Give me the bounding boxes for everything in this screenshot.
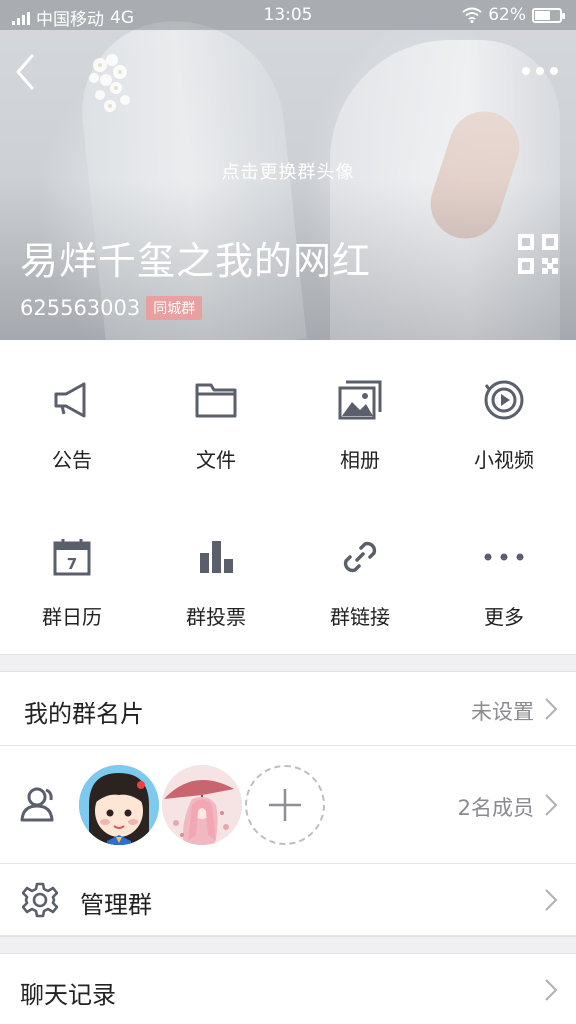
add-member-button[interactable] [245,765,325,845]
chevron-right-icon [545,794,558,816]
cartoon-girl-avatar [79,765,159,845]
manage-group-title: 管理群 [80,891,152,919]
more-dots-icon [484,553,524,561]
grid-item-label: 小视频 [474,448,534,472]
grid-item-announcement[interactable]: 公告 [0,340,144,497]
grid-item-label: 更多 [484,605,524,629]
status-bar: 中国移动 4G 13:05 62% [0,0,576,30]
my-group-card-row[interactable]: 我的群名片 未设置 [0,672,576,746]
section-divider [0,654,576,672]
more-dot [550,67,558,75]
member-avatar[interactable] [162,765,242,845]
chevron-right-icon [545,698,558,720]
change-avatar-hint[interactable]: 点击更换群头像 [0,158,576,184]
status-right: 62% [462,5,565,25]
calendar-day: 7 [67,555,77,573]
manage-group-row[interactable]: 管理群 [0,864,576,936]
grid-item-label: 文件 [196,448,236,472]
battery-level [535,10,550,20]
bar-chart-icon [200,541,233,573]
grid-item-files[interactable]: 文件 [144,340,288,497]
plus-icon [269,789,301,821]
chat-history-row[interactable]: 聊天记录 [0,954,576,1024]
section-divider [0,936,576,954]
grid-item-label: 群链接 [330,605,390,629]
group-tag: 同城群 [146,296,203,320]
more-dot [536,67,544,75]
members-row[interactable]: 2名成员 [0,746,576,864]
chat-history-title: 聊天记录 [20,981,116,1009]
grid-item-calendar[interactable]: 7 群日历 [0,497,144,654]
grid-item-label: 相册 [340,448,380,472]
grid-item-label: 群日历 [42,605,102,629]
my-group-card-value: 未设置 [471,700,534,724]
group-id: 625563003 [20,296,141,320]
battery-percent: 62% [488,5,526,25]
member-count: 2名成员 [457,796,534,820]
feature-grid: 公告 文件 相册 小视频 7 群日历 群投票 群链接 更多 [0,340,576,654]
chevron-right-icon [545,979,558,1001]
flower-decoration [89,54,130,112]
folder-icon [195,383,237,418]
chevron-right-icon [545,889,558,911]
more-dot [522,67,530,75]
calendar-icon: 7 [53,539,91,576]
more-menu-button[interactable] [522,62,562,80]
megaphone-icon [54,382,86,418]
battery-icon [532,7,565,23]
group-id-row: 625563003 同城群 [20,296,203,320]
group-cover[interactable]: 中国移动 4G 13:05 62% 点击更换群头像 易烊千玺之我的网红 6255… [0,0,576,340]
grid-item-link[interactable]: 群链接 [288,497,432,654]
qr-code-button[interactable] [518,234,558,274]
grid-item-vote[interactable]: 群投票 [144,497,288,654]
video-play-icon [484,380,524,420]
back-button[interactable] [10,50,42,94]
grid-item-label: 公告 [52,448,92,472]
link-icon [343,541,377,573]
group-name: 易烊千玺之我的网红 [20,239,372,283]
photo-album-icon [338,380,382,420]
gear-icon [22,882,58,918]
grid-item-more[interactable]: 更多 [432,497,576,654]
chevron-left-icon [16,54,34,90]
anime-girl-avatar [162,765,242,845]
member-avatar[interactable] [79,765,159,845]
grid-item-short-video[interactable]: 小视频 [432,340,576,497]
grid-item-album[interactable]: 相册 [288,340,432,497]
my-group-card-title: 我的群名片 [24,700,144,728]
wifi-icon [462,7,482,23]
qr-code-icon [518,234,558,274]
grid-item-label: 群投票 [186,605,246,629]
members-icon [20,787,54,822]
